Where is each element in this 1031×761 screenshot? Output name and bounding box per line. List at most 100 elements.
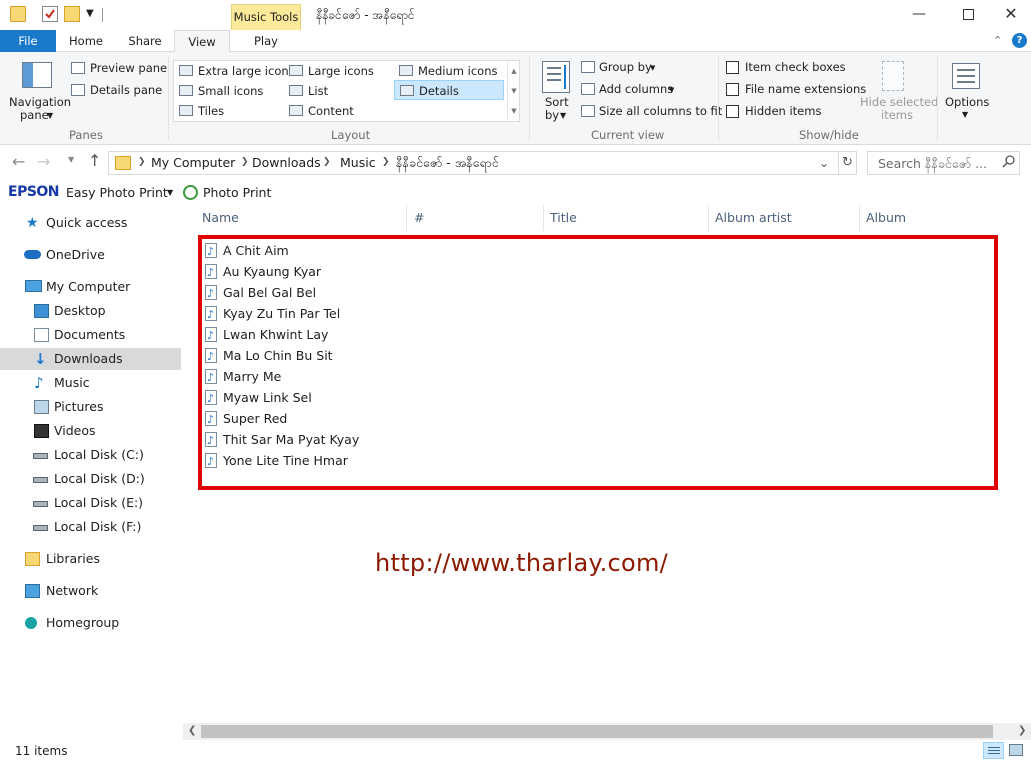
layout-medium-icons[interactable]: Medium icons: [394, 61, 497, 81]
file-name-extensions-checkbox[interactable]: [726, 83, 739, 96]
tab-file[interactable]: File: [0, 30, 56, 52]
nav-item-local-disk-c[interactable]: Local Disk (C:): [0, 444, 181, 466]
navigation-pane-icon[interactable]: [22, 62, 52, 88]
column-header-number[interactable]: #: [408, 205, 543, 231]
breadcrumb-music[interactable]: Music: [340, 155, 376, 170]
nav-item-downloads-selected[interactable]: ↓ Downloads: [0, 348, 181, 370]
layout-content[interactable]: Content: [284, 101, 354, 121]
maximize-button[interactable]: [946, 0, 992, 30]
forward-arrow-icon[interactable]: →: [37, 152, 50, 171]
nav-item-homegroup[interactable]: Homegroup: [0, 612, 181, 634]
size-all-columns-button[interactable]: Size all columns to fit: [599, 104, 722, 118]
nav-item-music[interactable]: ♪ Music: [0, 372, 181, 394]
scroll-right-icon[interactable]: ❯: [1018, 725, 1026, 736]
sort-by-icon[interactable]: [542, 61, 570, 93]
dropdown-arrow-icon[interactable]: ▼: [560, 111, 566, 120]
nav-item-videos[interactable]: Videos: [0, 420, 181, 442]
dropdown-arrow-icon[interactable]: ▼: [669, 86, 674, 94]
add-columns-button[interactable]: Add columns: [599, 82, 673, 96]
minimize-ribbon-icon[interactable]: ⌃: [993, 34, 1002, 47]
address-bar[interactable]: ❯ My Computer ❯ Downloads ❯ Music ❯ နီနီ…: [108, 151, 839, 175]
navigation-pane-label[interactable]: Navigation: [9, 95, 71, 109]
photo-print-button[interactable]: Photo Print: [203, 185, 271, 200]
column-header-title[interactable]: Title: [544, 205, 708, 231]
dropdown-arrow-icon[interactable]: ▼: [962, 110, 968, 119]
group-by-icon[interactable]: [581, 61, 595, 73]
separator: [168, 56, 169, 140]
tab-play[interactable]: Play: [232, 30, 300, 52]
breadcrumb-downloads[interactable]: Downloads: [252, 155, 321, 170]
details-pane-icon[interactable]: [71, 84, 85, 96]
tab-share[interactable]: Share: [116, 30, 174, 52]
scrollbar-thumb[interactable]: [201, 725, 993, 738]
nav-item-pictures[interactable]: Pictures: [0, 396, 181, 418]
nav-item-local-disk-d[interactable]: Local Disk (D:): [0, 468, 181, 490]
column-header-name[interactable]: Name: [196, 205, 406, 231]
nav-item-onedrive[interactable]: OneDrive: [0, 244, 181, 266]
size-columns-icon[interactable]: [581, 105, 595, 117]
details-icon: [400, 85, 414, 96]
layout-extra-large-icons[interactable]: Extra large icons: [174, 61, 295, 81]
tab-home[interactable]: Home: [58, 30, 114, 52]
nav-item-local-disk-e[interactable]: Local Disk (E:): [0, 492, 181, 514]
preview-pane-icon[interactable]: [71, 62, 85, 74]
navigation-pane-label-2[interactable]: pane: [20, 108, 49, 122]
column-header-album-artist[interactable]: Album artist: [709, 205, 859, 231]
help-icon[interactable]: ?: [1012, 33, 1027, 48]
preview-pane-button[interactable]: Preview pane: [90, 61, 167, 75]
up-arrow-icon[interactable]: ↑: [88, 151, 101, 170]
nav-item-desktop[interactable]: Desktop: [0, 300, 181, 322]
details-pane-button[interactable]: Details pane: [90, 83, 162, 97]
details-view-icon[interactable]: [983, 742, 1004, 759]
nav-item-documents[interactable]: Documents: [0, 324, 181, 346]
close-button[interactable]: ✕: [988, 0, 1031, 30]
options-icon[interactable]: [952, 63, 980, 89]
sort-by-label[interactable]: Sort: [545, 95, 569, 109]
nav-item-libraries[interactable]: Libraries: [0, 548, 181, 570]
breadcrumb-my-computer[interactable]: My Computer: [151, 155, 235, 170]
nav-item-network[interactable]: Network: [0, 580, 181, 602]
customize-toolbar-icon[interactable]: ▼: [86, 9, 102, 25]
item-count: 11 items: [15, 744, 68, 758]
gallery-scroll[interactable]: ▲ ▼ ▼: [507, 61, 520, 121]
search-icon[interactable]: [1002, 155, 1015, 168]
column-header-album[interactable]: Album: [860, 205, 980, 231]
nav-item-my-computer[interactable]: My Computer: [0, 276, 181, 298]
refresh-icon[interactable]: ↻: [839, 151, 857, 175]
back-arrow-icon[interactable]: ←: [12, 152, 25, 171]
item-check-boxes-checkbox[interactable]: [726, 61, 739, 74]
search-box[interactable]: Search နီနီခင်ဇော် ...: [867, 151, 1020, 175]
new-folder-icon[interactable]: [64, 6, 80, 22]
dropdown-arrow-icon[interactable]: ▼: [47, 111, 53, 120]
large-icons-view-icon[interactable]: [1009, 744, 1023, 756]
easy-photo-print-button[interactable]: Easy Photo Print: [66, 185, 168, 200]
sort-by-label-2[interactable]: by: [545, 108, 559, 122]
layout-large-icons[interactable]: Large icons: [284, 61, 374, 81]
properties-icon[interactable]: [42, 6, 58, 22]
minimize-button[interactable]: —: [896, 0, 942, 30]
drive-icon: [33, 477, 48, 483]
group-label-show-hide: Show/hide: [799, 128, 859, 142]
watermark-url: http://www.tharlay.com/: [375, 549, 669, 577]
layout-list[interactable]: List: [284, 81, 328, 101]
column-divider[interactable]: [406, 205, 407, 231]
address-dropdown-icon[interactable]: ⌄: [819, 156, 829, 170]
add-columns-icon[interactable]: [581, 83, 595, 95]
options-button[interactable]: Options: [945, 95, 989, 109]
chevron-right-icon: ❯: [138, 157, 146, 167]
dropdown-arrow-icon[interactable]: ▼: [167, 188, 173, 197]
layout-tiles[interactable]: Tiles: [174, 101, 224, 121]
group-label-panes: Panes: [69, 128, 103, 142]
layout-small-icons[interactable]: Small icons: [174, 81, 263, 101]
nav-item-local-disk-f[interactable]: Local Disk (F:): [0, 516, 181, 538]
dropdown-arrow-icon[interactable]: ▼: [650, 64, 655, 72]
scroll-left-icon[interactable]: ❮: [188, 725, 196, 736]
recent-locations-icon[interactable]: ▼: [68, 155, 74, 164]
breadcrumb-current-folder[interactable]: နီနီခင်ဇော် - အနီရောင်: [396, 155, 499, 174]
chevron-right-icon: ❯: [382, 157, 390, 167]
tab-view[interactable]: View: [174, 30, 230, 53]
layout-details-selected[interactable]: Details: [394, 80, 504, 100]
hidden-items-checkbox[interactable]: [726, 105, 739, 118]
nav-item-quick-access[interactable]: ★ Quick access: [0, 212, 181, 234]
group-by-button[interactable]: Group by: [599, 60, 652, 74]
